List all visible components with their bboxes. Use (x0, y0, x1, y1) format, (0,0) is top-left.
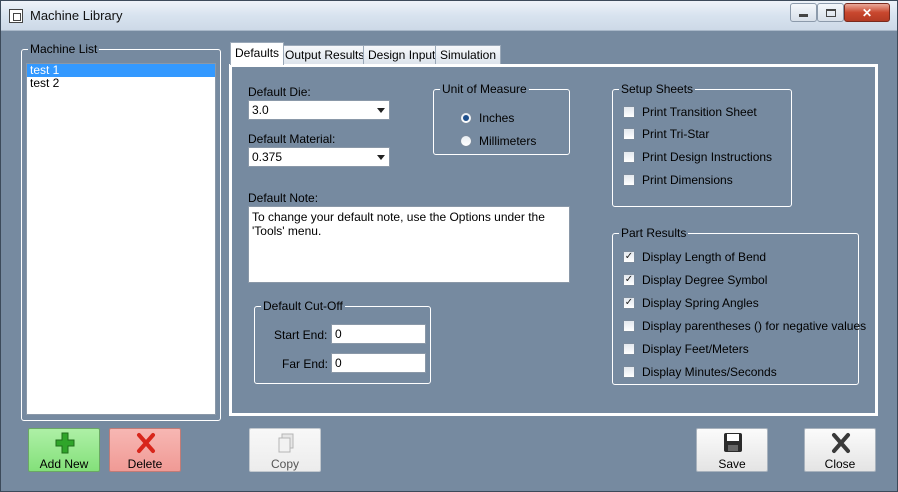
tab-output-results[interactable]: Output Results (280, 45, 370, 64)
defaults-panel: Default Die: 3.0 Default Material: 0.375… (229, 64, 878, 416)
app-icon (9, 9, 23, 23)
checkbox[interactable] (623, 128, 635, 140)
close-button[interactable]: Close (804, 428, 876, 472)
radio-button[interactable] (460, 135, 472, 147)
plus-icon (55, 432, 75, 454)
setup-sheets-title: Setup Sheets (619, 82, 696, 96)
dropdown-arrow-icon (377, 108, 385, 113)
default-cutoff-group: Default Cut-Off Start End: 0 Far End: 0 (254, 299, 431, 384)
check-mark-icon[interactable]: ✓ (623, 297, 635, 309)
checkbox-display-minutes-seconds[interactable]: Display Minutes/Seconds (623, 365, 777, 379)
check-mark-icon[interactable]: ✓ (623, 274, 635, 286)
maximize-icon (825, 8, 836, 17)
default-note-label: Default Note: (248, 191, 319, 205)
unit-of-measure-group: Unit of Measure Inches Millimeters (433, 82, 570, 155)
checkbox-print-tri-star[interactable]: Print Tri-Star (623, 127, 709, 141)
close-icon: ✕ (861, 5, 873, 20)
delete-button[interactable]: Delete (109, 428, 181, 472)
minimize-button[interactable] (790, 3, 817, 22)
checkbox-display-spring-angles[interactable]: ✓ Display Spring Angles (623, 296, 759, 310)
machine-library-window: Machine Library ✕ Machine List test 1 te… (0, 0, 898, 492)
checkbox[interactable] (623, 343, 635, 355)
save-disk-icon (724, 433, 742, 452)
default-material-select[interactable]: 0.375 (248, 147, 390, 167)
close-x-icon (832, 433, 850, 453)
checkbox-print-design-instructions[interactable]: Print Design Instructions (623, 150, 772, 164)
default-cutoff-title: Default Cut-Off (261, 299, 345, 313)
checkbox[interactable] (623, 106, 635, 118)
checkbox-label: Display parentheses () for negative valu… (642, 319, 867, 333)
checkbox-label: Display Degree Symbol (642, 273, 768, 287)
checkbox-label: Print Dimensions (642, 173, 733, 187)
start-end-input[interactable]: 0 (331, 324, 426, 344)
radio-button[interactable] (460, 112, 472, 124)
list-item[interactable]: test 2 (27, 77, 215, 90)
radio-inches[interactable]: Inches (460, 111, 514, 125)
checkbox-print-dimensions[interactable]: Print Dimensions (623, 173, 733, 187)
far-end-label: Far End: (282, 357, 329, 371)
close-window-button[interactable]: ✕ (844, 3, 890, 22)
radio-label: Inches (479, 111, 515, 125)
default-note-textarea[interactable]: To change your default note, use the Opt… (248, 206, 570, 283)
delete-label: Delete (127, 457, 163, 471)
checkbox-label: Display Length of Bend (642, 250, 767, 264)
tab-design-input[interactable]: Design Input (363, 45, 441, 64)
title-bar[interactable]: Machine Library ✕ (1, 1, 897, 31)
part-results-group: Part Results ✓ Display Length of Bend ✓ … (612, 226, 866, 385)
checkbox-print-transition-sheet[interactable]: Print Transition Sheet (623, 105, 757, 119)
start-end-label: Start End: (274, 328, 328, 342)
tab-defaults[interactable]: Defaults (230, 42, 285, 65)
default-material-label: Default Material: (248, 132, 336, 146)
checkbox-label: Print Design Instructions (642, 150, 773, 164)
checkbox-display-parentheses[interactable]: Display parentheses () for negative valu… (623, 319, 866, 333)
close-label: Close (824, 457, 856, 471)
checkbox-label: Display Minutes/Seconds (642, 365, 777, 379)
radio-millimeters[interactable]: Millimeters (460, 134, 536, 148)
copy-button[interactable]: Copy (249, 428, 321, 472)
checkbox[interactable] (623, 174, 635, 186)
add-new-button[interactable]: Add New (28, 428, 100, 472)
checkbox[interactable] (623, 320, 635, 332)
copy-label: Copy (270, 457, 299, 471)
setup-sheets-group: Setup Sheets Print Transition Sheet Prin… (612, 82, 792, 207)
machine-list-title: Machine List (28, 42, 100, 56)
checkbox-display-length-of-bend[interactable]: ✓ Display Length of Bend (623, 250, 766, 264)
tab-simulation[interactable]: Simulation (435, 45, 502, 64)
machine-list-group: Machine List test 1 test 2 (21, 42, 221, 421)
checkbox[interactable] (623, 366, 635, 378)
window-title: Machine Library (30, 8, 123, 23)
check-mark-icon[interactable]: ✓ (623, 251, 635, 263)
defaults-panel-body: Default Die: 3.0 Default Material: 0.375… (232, 67, 875, 413)
default-material-value: 0.375 (252, 150, 283, 164)
save-label: Save (718, 457, 746, 471)
checkbox-label: Display Feet/Meters (642, 342, 749, 356)
part-results-title: Part Results (619, 226, 689, 240)
unit-of-measure-title: Unit of Measure (440, 82, 529, 96)
minimize-icon (799, 14, 808, 17)
checkbox-label: Print Tri-Star (642, 127, 710, 141)
add-new-label: Add New (39, 457, 89, 471)
machine-listbox[interactable]: test 1 test 2 (26, 63, 216, 415)
default-die-select[interactable]: 3.0 (248, 100, 390, 120)
save-button[interactable]: Save (696, 428, 768, 472)
radio-label: Millimeters (479, 134, 537, 148)
copy-icon (278, 433, 294, 453)
checkbox-label: Print Transition Sheet (642, 105, 757, 119)
checkbox-label: Display Spring Angles (642, 296, 759, 310)
default-die-label: Default Die: (248, 85, 311, 99)
checkbox-display-degree-symbol[interactable]: ✓ Display Degree Symbol (623, 273, 767, 287)
dropdown-arrow-icon (377, 155, 385, 160)
maximize-button[interactable] (817, 3, 844, 22)
default-die-value: 3.0 (252, 103, 269, 117)
delete-x-icon (137, 433, 155, 453)
checkbox[interactable] (623, 151, 635, 163)
far-end-input[interactable]: 0 (331, 353, 426, 373)
checkbox-display-feet-meters[interactable]: Display Feet/Meters (623, 342, 749, 356)
